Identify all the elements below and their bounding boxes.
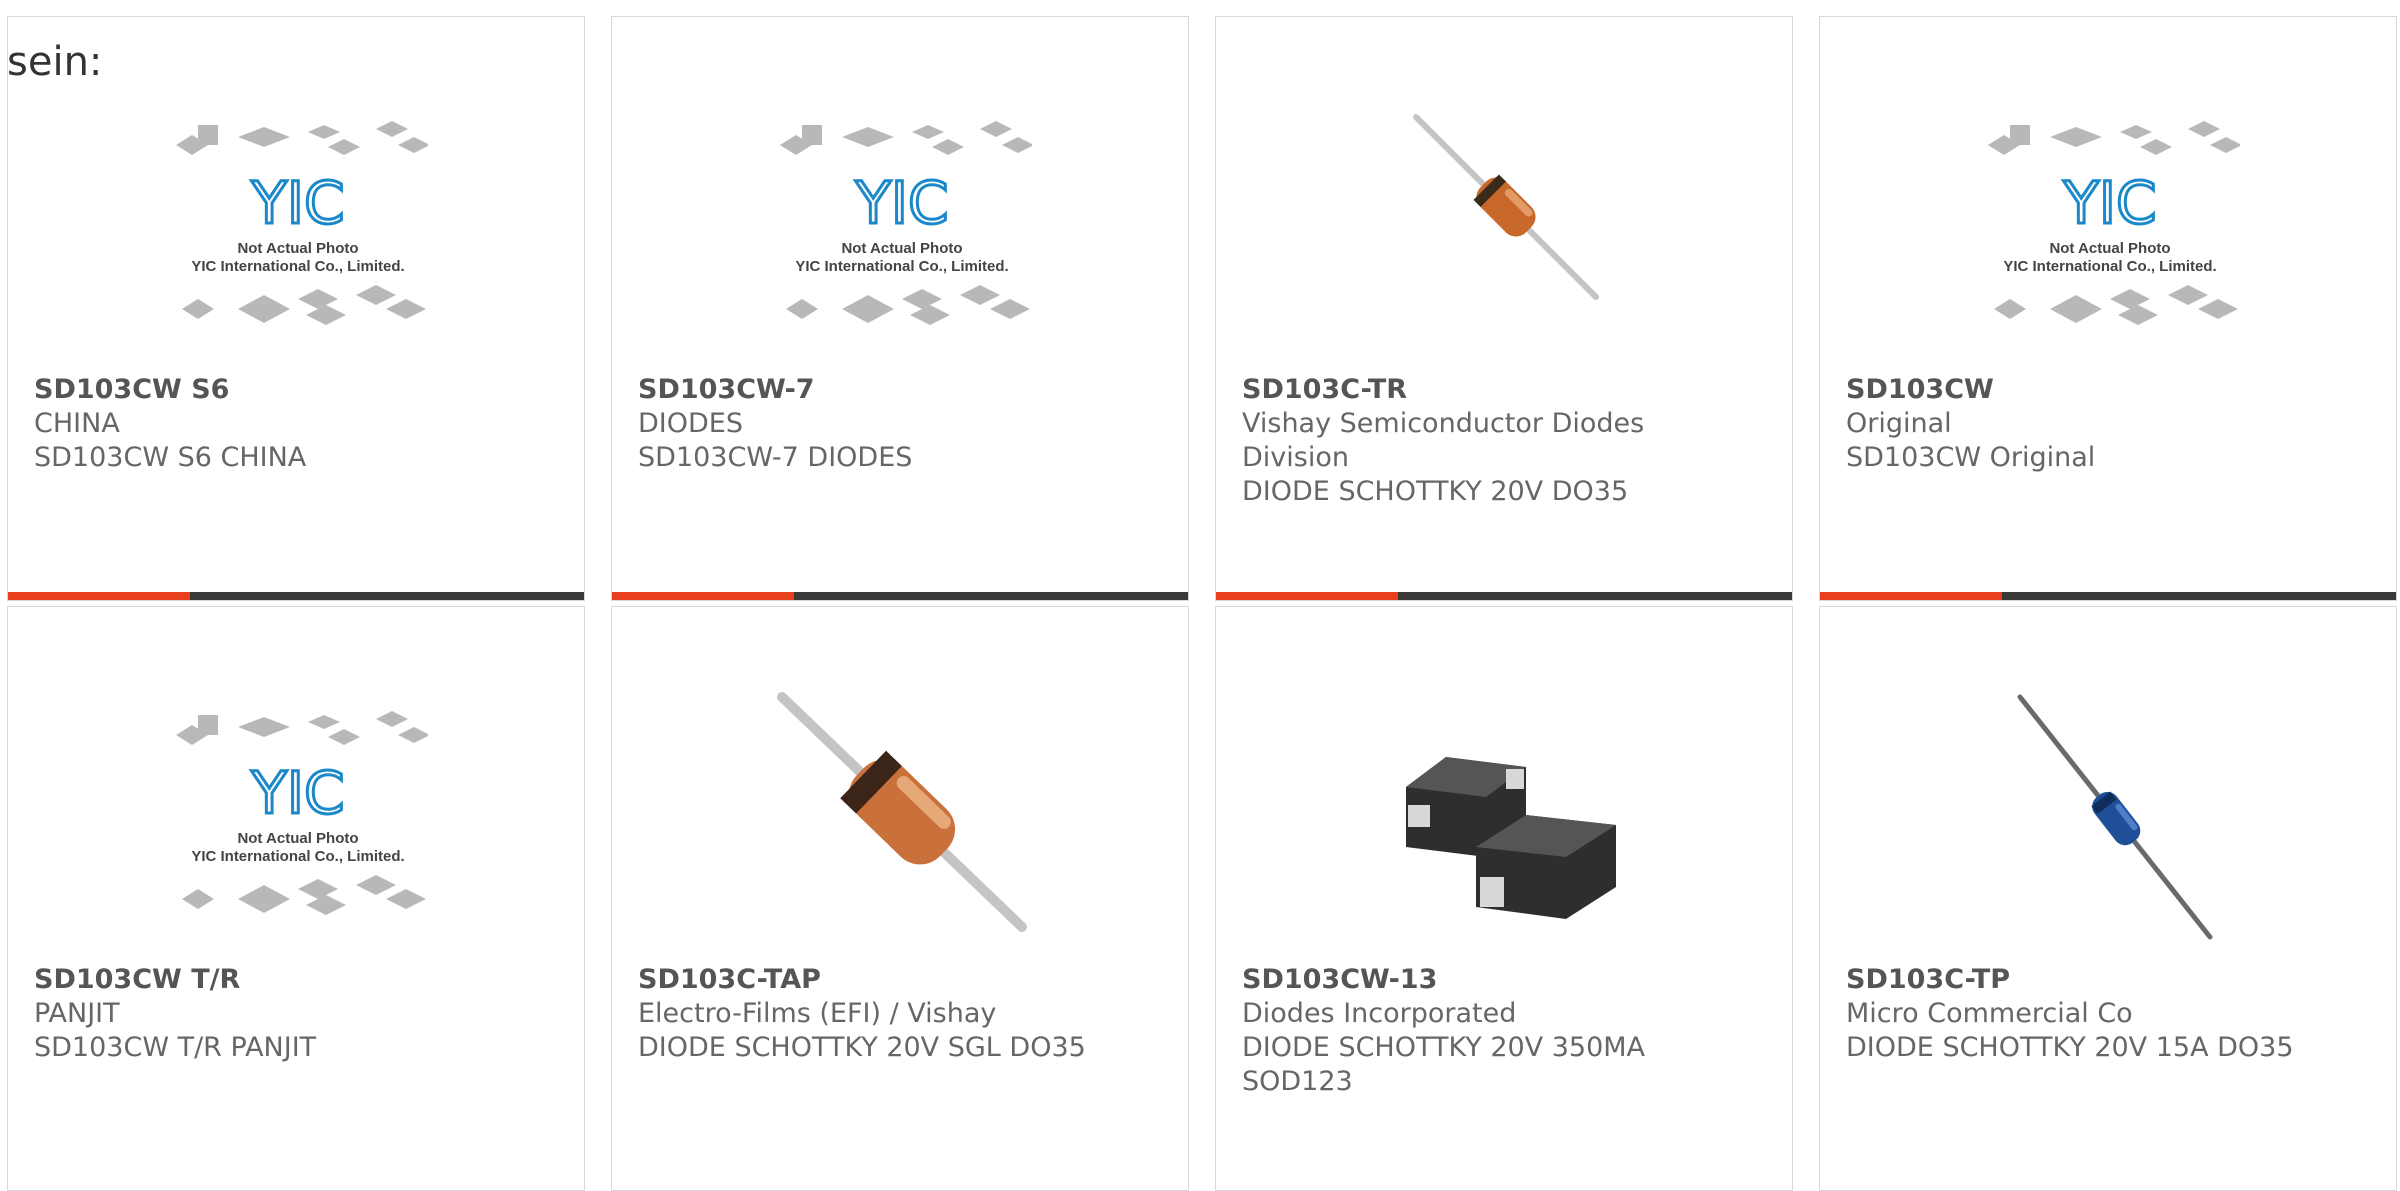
manufacturer: PANJIT bbox=[34, 998, 120, 1029]
sod123-package-icon bbox=[1376, 687, 1636, 947]
manufacturer: DIODES bbox=[638, 408, 743, 439]
manufacturer: CHINA bbox=[34, 408, 120, 439]
part-number[interactable]: SD103CW S6 bbox=[34, 373, 564, 407]
product-info: SD103CW S6 CHINA SD103CW S6 CHINA bbox=[34, 373, 564, 475]
logo-text: YIC bbox=[854, 169, 948, 237]
description: DIODE SCHOTTKY 20V 15A DO35 bbox=[1846, 1032, 2294, 1063]
description-extra: DIODE SCHOTTKY 20V DO35 bbox=[1242, 476, 1629, 507]
description: SD103CW-7 DIODES bbox=[638, 442, 913, 473]
description: DIODE SCHOTTKY 20V SGL DO35 bbox=[638, 1032, 1086, 1063]
product-card[interactable]: SD103C-TP Micro Commercial Co DIODE SCHO… bbox=[1819, 606, 2397, 1191]
product-info: SD103C-TR Vishay Semiconductor Diodes Di… bbox=[1242, 373, 1772, 509]
description: Division bbox=[1242, 442, 1349, 473]
product-card[interactable]: YIC Not Actual Photo YIC International C… bbox=[7, 16, 585, 601]
product-card[interactable]: SD103C-TAP Electro-Films (EFI) / Vishay … bbox=[611, 606, 1189, 1191]
placeholder-title: Not Actual Photo bbox=[237, 240, 358, 257]
product-info: SD103CW Original SD103CW Original bbox=[1846, 373, 2376, 475]
axial-diode-icon bbox=[772, 687, 1032, 947]
product-image[interactable]: YIC Not Actual Photo YIC International C… bbox=[1980, 97, 2240, 357]
axial-diode-icon bbox=[1980, 687, 2240, 947]
placeholder-title: Not Actual Photo bbox=[237, 830, 358, 847]
placeholder-company: YIC International Co., Limited. bbox=[795, 258, 1008, 275]
card-bar bbox=[1216, 592, 1792, 600]
logo-text: YIC bbox=[2062, 169, 2156, 237]
placeholder-company: YIC International Co., Limited. bbox=[191, 848, 404, 865]
logo-text: YIC bbox=[250, 169, 344, 237]
placeholder-title: Not Actual Photo bbox=[2049, 240, 2170, 257]
description-extra: SOD123 bbox=[1242, 1066, 1353, 1097]
yic-placeholder-icon: YIC Not Actual Photo YIC International C… bbox=[780, 121, 1032, 325]
part-number[interactable]: SD103CW bbox=[1846, 373, 2376, 407]
product-image[interactable] bbox=[1980, 687, 2240, 947]
part-number[interactable]: SD103C-TP bbox=[1846, 963, 2376, 997]
product-info: SD103C-TP Micro Commercial Co DIODE SCHO… bbox=[1846, 963, 2376, 1065]
yic-placeholder-icon: YIC Not Actual Photo YIC International C… bbox=[176, 121, 428, 325]
product-info: SD103C-TAP Electro-Films (EFI) / Vishay … bbox=[638, 963, 1168, 1065]
description: SD103CW Original bbox=[1846, 442, 2096, 473]
placeholder-company: YIC International Co., Limited. bbox=[2003, 258, 2216, 275]
placeholder-title: Not Actual Photo bbox=[841, 240, 962, 257]
product-image[interactable] bbox=[772, 687, 1032, 947]
manufacturer: Diodes Incorporated bbox=[1242, 998, 1517, 1029]
manufacturer: Vishay Semiconductor Diodes bbox=[1242, 408, 1645, 439]
card-bar bbox=[612, 592, 1188, 600]
manufacturer: Micro Commercial Co bbox=[1846, 998, 2133, 1029]
product-card[interactable]: SD103CW-13 Diodes Incorporated DIODE SCH… bbox=[1215, 606, 1793, 1191]
product-image[interactable]: YIC Not Actual Photo YIC International C… bbox=[168, 687, 428, 947]
axial-diode-icon bbox=[1376, 97, 1636, 357]
product-image[interactable]: YIC Not Actual Photo YIC International C… bbox=[772, 97, 1032, 357]
card-bar-accent bbox=[8, 592, 190, 600]
part-number[interactable]: SD103CW T/R bbox=[34, 963, 564, 997]
card-bar bbox=[8, 592, 584, 600]
product-card[interactable]: YIC Not Actual Photo YIC International C… bbox=[7, 606, 585, 1191]
product-image[interactable] bbox=[1376, 97, 1636, 357]
yic-placeholder-icon: YIC Not Actual Photo YIC International C… bbox=[1988, 121, 2240, 325]
description: SD103CW S6 CHINA bbox=[34, 442, 307, 473]
card-bar-accent bbox=[612, 592, 794, 600]
card-bar-accent bbox=[1820, 592, 2002, 600]
manufacturer: Original bbox=[1846, 408, 1952, 439]
part-number[interactable]: SD103C-TAP bbox=[638, 963, 1168, 997]
product-info: SD103CW T/R PANJIT SD103CW T/R PANJIT bbox=[34, 963, 564, 1065]
manufacturer: Electro-Films (EFI) / Vishay bbox=[638, 998, 997, 1029]
yic-placeholder-icon: YIC Not Actual Photo YIC International C… bbox=[176, 711, 428, 915]
card-bar bbox=[1820, 592, 2396, 600]
product-info: SD103CW-13 Diodes Incorporated DIODE SCH… bbox=[1242, 963, 1772, 1099]
page-heading: sein: bbox=[7, 39, 103, 85]
part-number[interactable]: SD103CW-7 bbox=[638, 373, 1168, 407]
product-image[interactable] bbox=[1376, 687, 1636, 947]
product-image[interactable]: YIC Not Actual Photo YIC International C… bbox=[168, 97, 428, 357]
logo-text: YIC bbox=[250, 759, 344, 827]
product-card[interactable]: SD103C-TR Vishay Semiconductor Diodes Di… bbox=[1215, 16, 1793, 601]
part-number[interactable]: SD103CW-13 bbox=[1242, 963, 1772, 997]
description: DIODE SCHOTTKY 20V 350MA bbox=[1242, 1032, 1646, 1063]
product-card[interactable]: YIC Not Actual Photo YIC International C… bbox=[1819, 16, 2397, 601]
placeholder-company: YIC International Co., Limited. bbox=[191, 258, 404, 275]
part-number[interactable]: SD103C-TR bbox=[1242, 373, 1772, 407]
product-card[interactable]: YIC Not Actual Photo YIC International C… bbox=[611, 16, 1189, 601]
description: SD103CW T/R PANJIT bbox=[34, 1032, 317, 1063]
card-bar-accent bbox=[1216, 592, 1398, 600]
product-info: SD103CW-7 DIODES SD103CW-7 DIODES bbox=[638, 373, 1168, 475]
